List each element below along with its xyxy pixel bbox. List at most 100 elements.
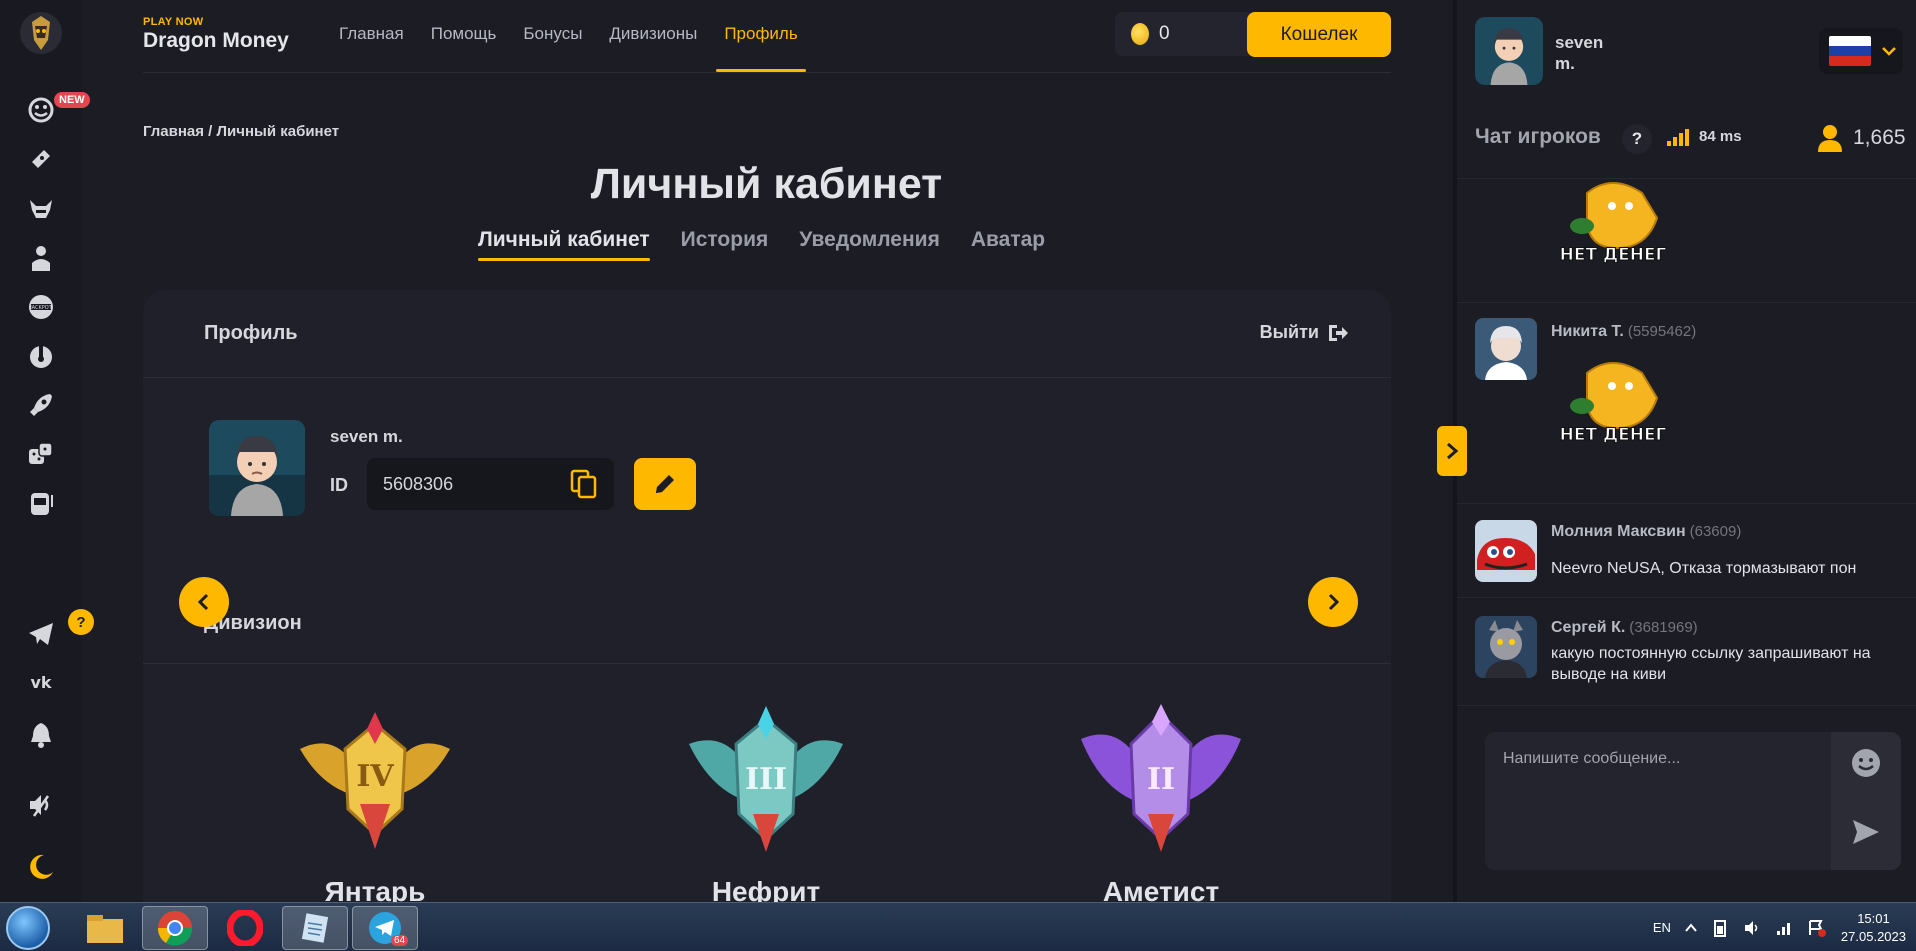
- rail-joystick-icon[interactable]: [24, 339, 58, 373]
- taskbar-telegram-icon[interactable]: 64: [352, 906, 418, 950]
- svg-text:IV: IV: [356, 759, 394, 794]
- tier-name-nephrite: Нефрит: [711, 876, 821, 902]
- chat-title: Чат игроков: [1475, 125, 1601, 148]
- id-field[interactable]: 5608306: [367, 458, 614, 510]
- dragon-money-logo-icon[interactable]: [18, 10, 64, 56]
- chevron-right-icon: [1447, 442, 1459, 460]
- chat-message-avatar[interactable]: [1475, 318, 1537, 380]
- taskbar-opera-icon[interactable]: [212, 906, 278, 950]
- nephrite-division-badge-icon[interactable]: III: [681, 704, 851, 854]
- chat-message-avatar[interactable]: [1475, 520, 1537, 582]
- rail-vk-icon[interactable]: vk: [24, 665, 58, 699]
- card-divider: [143, 377, 1391, 378]
- coin-icon: [1131, 23, 1149, 45]
- logout-button[interactable]: Выйти: [1260, 322, 1349, 343]
- telegram-unread-badge: 64: [391, 935, 409, 946]
- avatar[interactable]: [209, 420, 305, 516]
- brand[interactable]: PLAY NOW Dragon Money: [143, 16, 289, 53]
- chat-message-author[interactable]: Никита Т. (5595462): [1551, 323, 1696, 341]
- rail-telegram-icon[interactable]: [24, 617, 58, 651]
- division-carousel: IV Янтарь III Нефрит II Аметист: [143, 690, 1391, 902]
- tab-avatar[interactable]: Аватар: [971, 228, 1045, 252]
- chat-divider: [1457, 597, 1916, 598]
- amethyst-division-badge-icon[interactable]: II: [1076, 704, 1246, 854]
- rail-moon-icon[interactable]: [24, 850, 58, 884]
- chat-divider: [1457, 705, 1916, 706]
- id-label: ID: [330, 475, 348, 495]
- chat-help-button[interactable]: ?: [1622, 124, 1652, 154]
- rail-rocket-icon[interactable]: [24, 388, 58, 422]
- tab-notifications[interactable]: Уведомления: [799, 228, 940, 252]
- tray-expand-icon[interactable]: [1685, 922, 1697, 933]
- chat-divider: [1457, 503, 1916, 504]
- pencil-icon: [656, 475, 674, 493]
- chat-message-author[interactable]: Молния Максвин (63609): [1551, 523, 1741, 541]
- logout-icon: [1329, 324, 1348, 341]
- speaker-icon[interactable]: [1743, 919, 1761, 937]
- chat-message-avatar[interactable]: [1475, 616, 1537, 678]
- profile-username: seven m.: [330, 427, 403, 446]
- chevron-down-icon: [1882, 47, 1896, 56]
- sticker-caption: НЕТ ДЕНЕГ: [1560, 245, 1667, 265]
- nav-divisions[interactable]: Дивизионы: [609, 24, 697, 44]
- wallet-button[interactable]: Кошелек: [1247, 12, 1391, 57]
- edit-profile-button[interactable]: [634, 458, 696, 510]
- header-divider: [143, 72, 1391, 73]
- nav-profile[interactable]: Профиль: [716, 24, 807, 72]
- breadcrumb[interactable]: Главная / Личный кабинет: [143, 123, 339, 140]
- taskbar-notepad-icon[interactable]: [282, 906, 348, 950]
- tab-profile[interactable]: Личный кабинет: [478, 228, 650, 261]
- carousel-prev-button[interactable]: [179, 577, 229, 627]
- action-center-flag-icon[interactable]: [1807, 919, 1827, 937]
- new-badge: NEW: [54, 92, 90, 108]
- nav-home[interactable]: Главная: [339, 24, 404, 44]
- balance-display[interactable]: 0: [1115, 12, 1250, 56]
- send-icon[interactable]: [1851, 818, 1881, 846]
- signal-icon: [1667, 128, 1689, 146]
- chat-message-input[interactable]: [1485, 732, 1831, 870]
- rail-slot-machine-icon[interactable]: [24, 485, 58, 519]
- chat-user-avatar[interactable]: [1475, 17, 1543, 85]
- language-indicator[interactable]: EN: [1653, 920, 1671, 935]
- battery-icon[interactable]: [1711, 919, 1729, 937]
- id-value: 5608306: [383, 473, 454, 494]
- taskbar-chrome-icon[interactable]: [142, 906, 208, 950]
- page-title: Личный кабинет: [590, 160, 943, 208]
- rail-jackpot-icon[interactable]: JACKPOT: [24, 290, 58, 324]
- windows-start-button[interactable]: [6, 906, 50, 950]
- svg-text:III: III: [745, 762, 787, 797]
- chat-collapse-button[interactable]: [1437, 426, 1467, 476]
- amber-division-badge-icon[interactable]: IV: [290, 704, 460, 854]
- nav-bonuses[interactable]: Бонусы: [523, 24, 582, 44]
- chat-message-text: Neevro NeUSA, Отказа тормазывают пон: [1551, 560, 1857, 577]
- user-icon: [1818, 125, 1842, 152]
- tab-history[interactable]: История: [681, 228, 769, 252]
- rail-sound-icon[interactable]: [24, 788, 58, 822]
- rail-new-game-icon[interactable]: [24, 92, 58, 126]
- carousel-next-button[interactable]: [1308, 577, 1358, 627]
- emoji-icon[interactable]: [1850, 747, 1882, 779]
- system-clock[interactable]: 15:01 27.05.2023: [1841, 910, 1906, 946]
- language-selector[interactable]: [1819, 28, 1903, 74]
- balance-value: 0: [1159, 23, 1170, 44]
- system-tray: EN 15:01 27.05.2023: [1653, 903, 1906, 951]
- rail-dice-icon[interactable]: [24, 437, 58, 471]
- svg-text:JACKPOT: JACKPOT: [29, 305, 52, 311]
- rail-bell-icon[interactable]: [24, 718, 58, 752]
- online-count-value: 1,665: [1853, 126, 1906, 149]
- chat-panel: seven m. Чат игроков ? 84 ms 1,665 НЕТ Д…: [1453, 0, 1916, 902]
- network-signal-icon[interactable]: [1775, 919, 1793, 937]
- chat-message-author[interactable]: Сергей К. (3681969): [1551, 619, 1698, 637]
- rail-person-icon[interactable]: [24, 241, 58, 275]
- online-count: 1,665: [1817, 124, 1906, 152]
- composer-actions: [1831, 732, 1901, 870]
- chat-divider: [1457, 302, 1916, 303]
- tier-name-amethyst: Аметист: [1102, 876, 1220, 902]
- copy-icon[interactable]: [570, 469, 598, 499]
- os-taskbar: 64 EN 15:01 27.05.2023: [0, 902, 1916, 951]
- logout-label: Выйти: [1259, 322, 1319, 342]
- help-badge[interactable]: ?: [68, 609, 94, 635]
- chat-composer: [1485, 732, 1901, 870]
- taskbar-explorer-icon[interactable]: [72, 906, 138, 950]
- nav-help[interactable]: Помощь: [431, 24, 497, 44]
